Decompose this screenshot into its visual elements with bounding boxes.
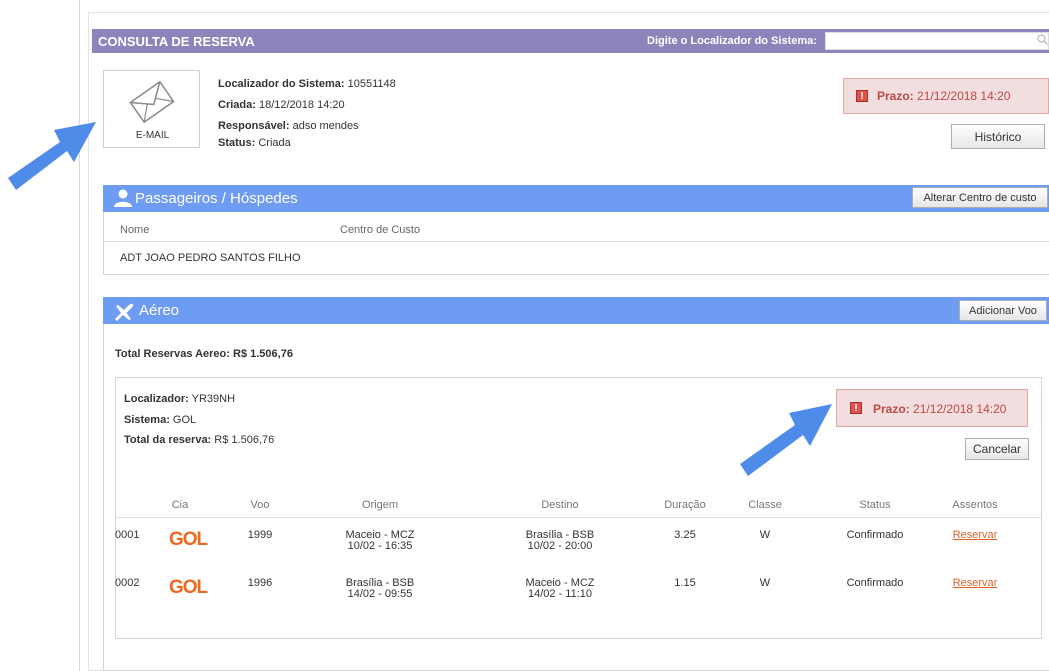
col-assentos-header: Assentos: [952, 499, 998, 511]
flight-status: Confirmado: [846, 577, 904, 589]
passenger-row: ADT JOAO PEDRO SANTOS FILHO: [120, 252, 301, 264]
left-divider: [79, 0, 80, 671]
passengers-title: Passageiros / Hóspedes: [135, 190, 298, 207]
alert-icon: !: [856, 90, 868, 102]
booking-sistema-line: Sistema: GOL: [124, 414, 196, 426]
reservar-link[interactable]: Reservar: [935, 578, 1015, 589]
localizador-sistema-value: 10551148: [347, 78, 396, 90]
responsavel-line: Responsável: adso mendes: [218, 120, 359, 132]
booking-sistema-label: Sistema:: [124, 414, 170, 426]
col-destino-header: Destino: [541, 499, 579, 511]
search-label: Digite o Localizador do Sistema:: [647, 35, 817, 47]
prazo-label: Prazo:: [877, 89, 914, 103]
col-status-header: Status: [859, 499, 891, 511]
gol-logo: GOL: [169, 577, 208, 598]
booking-localizador-line: Localizador: YR39NH: [124, 393, 235, 405]
booking-prazo-alert: ! Prazo: 21/12/2018 14:20: [836, 389, 1028, 427]
col-duracao-header: Duração: [664, 499, 706, 511]
divider: [103, 241, 1049, 242]
total-reservas-label: Total Reservas Aereo:: [115, 348, 230, 360]
search-input[interactable]: [825, 32, 1049, 50]
passengers-panel-header: Passageiros / Hóspedes Alterar Centro de…: [103, 185, 1049, 212]
flight-classe: W: [759, 529, 771, 541]
booking-sistema-value: GOL: [172, 414, 197, 426]
envelope-icon: [129, 80, 175, 124]
flight-destino-datetime: 14/02 - 11:10: [527, 588, 592, 600]
col-nome-header: Nome: [120, 224, 150, 236]
col-origem-header: Origem: [361, 499, 399, 511]
booking-prazo-value: 21/12/2018 14:20: [913, 402, 1007, 416]
adicionar-voo-button[interactable]: Adicionar Voo: [959, 300, 1047, 321]
annotation-arrow-icon: [740, 404, 832, 476]
page-title: CONSULTA DE RESERVA: [98, 34, 255, 49]
status-line: Status: Criada: [218, 137, 291, 149]
alterar-centro-custo-button[interactable]: Alterar Centro de custo: [912, 187, 1048, 208]
flight-voo: 1999: [247, 529, 273, 541]
total-reservas-value: R$ 1.506,76: [233, 348, 293, 360]
booking-localizador-value: YR39NH: [191, 393, 236, 405]
flight-classe: W: [759, 577, 771, 589]
email-tile[interactable]: E-MAIL: [103, 70, 200, 148]
header-bar: CONSULTA DE RESERVA Digite o Localizador…: [92, 29, 1049, 53]
passenger-name: ADT JOAO PEDRO SANTOS FILHO: [120, 252, 301, 264]
cancelar-button[interactable]: Cancelar: [965, 438, 1029, 460]
col-voo-header: Voo: [250, 499, 270, 511]
flight-origem-datetime: 14/02 - 09:55: [347, 588, 413, 600]
search-icon[interactable]: [1037, 34, 1049, 48]
divider: [116, 517, 1041, 518]
responsavel-label: Responsável:: [218, 120, 290, 132]
flight-origem-datetime: 10/02 - 16:35: [347, 540, 413, 552]
booking-prazo-label: Prazo:: [873, 402, 910, 416]
aereo-title: Aéreo: [139, 302, 180, 319]
annotation-arrow-icon: [8, 122, 96, 190]
flight-destino-datetime: 10/02 - 20:00: [527, 540, 593, 552]
flight-seq: 0002: [115, 577, 140, 589]
reservar-link[interactable]: Reservar: [935, 530, 1015, 541]
responsavel-value: adso mendes: [292, 120, 359, 132]
col-cia-header: Cia: [171, 499, 189, 511]
booking-total-value: R$ 1.506,76: [214, 434, 275, 446]
criada-value: 18/12/2018 14:20: [258, 99, 345, 111]
prazo-value: 21/12/2018 14:20: [917, 89, 1011, 103]
email-label: E-MAIL: [135, 130, 170, 141]
gol-logo: GOL: [169, 529, 208, 550]
airplane-icon: [115, 303, 134, 321]
prazo-alert: ! Prazo: 21/12/2018 14:20: [843, 78, 1049, 114]
alert-icon: !: [850, 402, 862, 414]
flight-seq: 0001: [115, 529, 140, 541]
flight-duracao: 1.15: [674, 577, 696, 589]
flight-voo: 1996: [247, 577, 273, 589]
booking-total-label: Total da reserva:: [124, 434, 212, 446]
booking-localizador-label: Localizador:: [124, 393, 189, 405]
booking-total-line: Total da reserva: R$ 1.506,76: [124, 434, 274, 446]
status-label: Status:: [218, 137, 256, 149]
historico-button[interactable]: Histórico: [951, 124, 1045, 149]
status-value: Criada: [258, 137, 291, 149]
aereo-panel-header: Aéreo Adicionar Voo: [103, 297, 1049, 324]
criada-line: Criada: 18/12/2018 14:20: [218, 99, 345, 111]
localizador-sistema-line: Localizador do Sistema: 10551148: [218, 78, 396, 90]
user-icon: [114, 189, 132, 207]
flight-status: Confirmado: [846, 529, 904, 541]
criada-label: Criada:: [218, 99, 256, 111]
col-classe-header: Classe: [748, 499, 782, 511]
flight-duracao: 3.25: [674, 529, 696, 541]
total-reservas-aereo: Total Reservas Aereo: R$ 1.506,76: [115, 348, 293, 360]
localizador-sistema-label: Localizador do Sistema:: [218, 78, 345, 90]
col-centro-custo-header: Centro de Custo: [340, 224, 421, 236]
